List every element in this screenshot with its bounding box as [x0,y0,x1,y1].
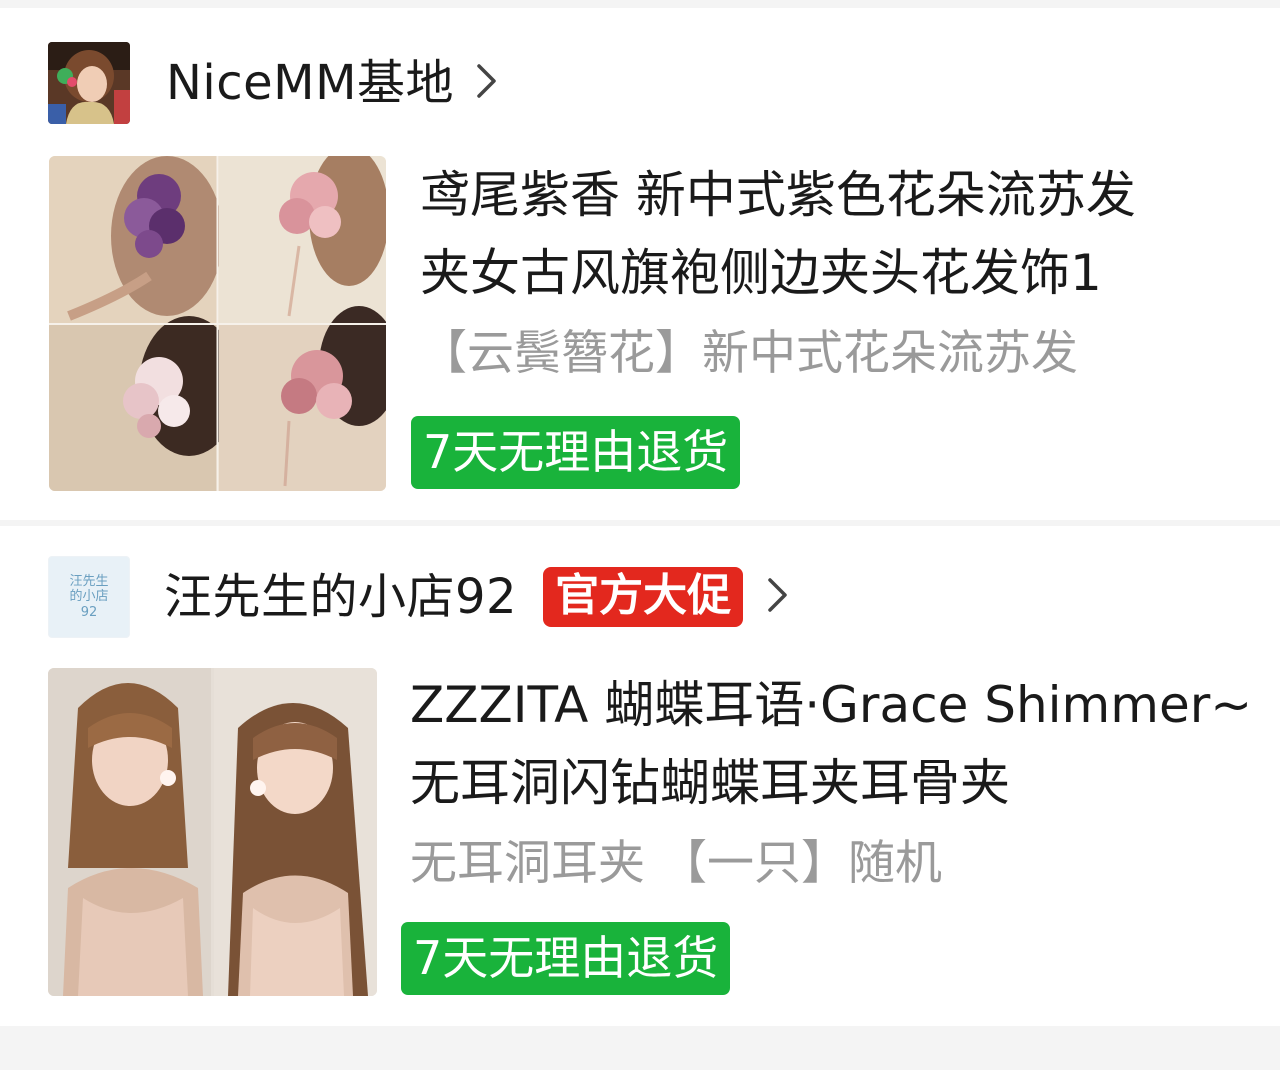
return-policy-badge: 7天无理由退货 [411,416,741,489]
avatar-text-line3: 92 [80,604,98,620]
product-image[interactable] [48,668,377,996]
product-title-line1: ZZZITA 蝴蝶耳语·Grace Shimmer~ [410,676,1253,734]
text-fade [1065,328,1225,388]
product-title-line1: 鸢尾紫香 新中式紫色花朵流苏发 [420,166,1136,224]
chevron-right-icon[interactable] [767,576,789,618]
shop-header[interactable]: 汪先生 的小店 92 汪先生的小店92 官方大促 [48,556,789,638]
product-title-line2: 无耳洞闪钻蝴蝶耳夹耳骨夹 [410,754,1010,812]
flower-hairpin-collage-icon [49,156,386,491]
shop-header[interactable]: NiceMM基地 [48,42,498,124]
product-spec: 无耳洞耳夹 【一只】随机 [410,838,942,891]
shop-name[interactable]: NiceMM基地 [166,59,454,107]
return-policy-badge: 7天无理由退货 [401,922,731,995]
promo-tag: 官方大促 [543,566,744,628]
portrait-avatar-icon [48,42,130,124]
product-image[interactable] [49,156,386,491]
chevron-right-icon[interactable] [476,62,498,104]
shop-avatar[interactable] [48,42,130,124]
product-title-line2: 夹女古风旗袍侧边夹头花发饰1 [420,244,1102,302]
shop-name[interactable]: 汪先生的小店92 [164,573,517,621]
shop-avatar[interactable]: 汪先生 的小店 92 [48,556,130,638]
product-title[interactable]: ZZZITA 蝴蝶耳语·Grace Shimmer~ 无耳洞闪钻蝴蝶耳夹耳骨夹 [410,666,1252,822]
product-title[interactable]: 鸢尾紫香 新中式紫色花朵流苏发 夹女古风旗袍侧边夹头花发饰1 [420,156,1136,312]
avatar-text-line1: 汪先生 [69,573,109,589]
model-photo-pair-icon [48,668,377,996]
product-card: 汪先生 的小店 92 汪先生的小店92 官方大促 ZZZITA 蝴蝶耳语·Gra… [0,526,1280,1026]
avatar-text-line2: 的小店 [69,589,109,605]
product-spec: 【云鬓簪花】新中式花朵流苏发 [420,328,1225,388]
product-card: NiceMM基地 鸢尾紫香 新中式紫色花朵流苏发 夹女古风旗袍侧边夹头花发饰1 … [0,8,1280,520]
